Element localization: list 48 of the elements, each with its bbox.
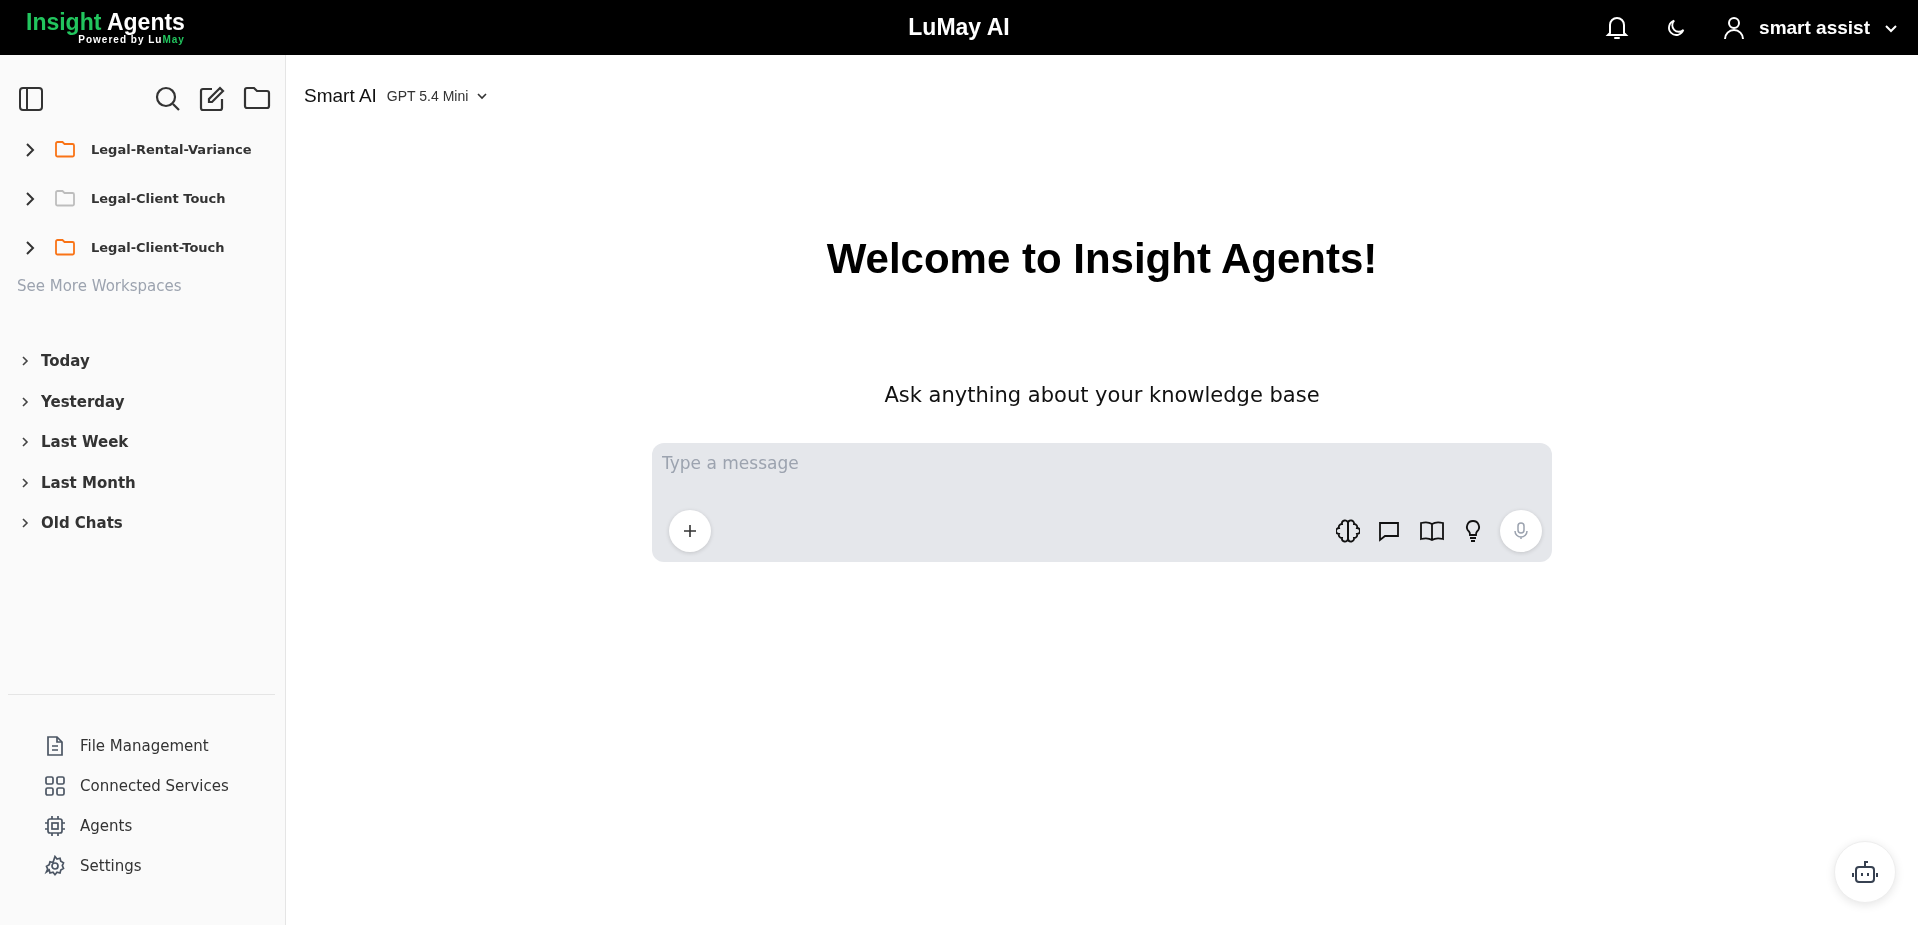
document-icon	[44, 735, 66, 757]
grid-icon	[44, 775, 66, 797]
edit-icon[interactable]	[199, 86, 225, 112]
sidebar-toggle-icon[interactable]	[18, 86, 44, 112]
workspace-item[interactable]: Legal-Rental-Variance	[0, 125, 275, 174]
chevron-icon[interactable]	[25, 190, 35, 207]
caret-icon	[1884, 22, 1898, 33]
bell-icon[interactable]	[1605, 14, 1630, 41]
lightbulb-icon[interactable]	[1463, 519, 1483, 543]
robot-icon	[1852, 860, 1878, 884]
add-button[interactable]	[669, 510, 711, 552]
history-group[interactable]: Old Chats	[0, 503, 275, 544]
history-group[interactable]: Yesterday	[0, 381, 275, 422]
nav-item[interactable]: File Management	[44, 735, 275, 757]
welcome-heading: Welcome to Insight Agents!	[826, 235, 1378, 283]
history-group[interactable]: Last Week	[0, 422, 275, 463]
chevron-icon	[20, 395, 30, 408]
model-selector[interactable]: GPT 5.4 Mini	[386, 88, 489, 104]
app-title: LuMay AI	[908, 14, 1010, 41]
nav-item[interactable]: Agents	[44, 815, 275, 837]
user-menu[interactable]: smart assist	[1723, 15, 1898, 40]
history-group[interactable]: Today	[0, 341, 275, 382]
user-icon	[1723, 15, 1746, 40]
folder-icon[interactable]	[243, 86, 271, 110]
chevron-icon[interactable]	[25, 141, 35, 158]
chevron-icon	[20, 517, 30, 530]
microphone-icon	[1514, 522, 1528, 540]
plus-icon	[683, 524, 697, 538]
nav-item[interactable]: Settings	[44, 855, 275, 877]
brain-icon[interactable]	[1336, 519, 1360, 543]
assistant-bot-button[interactable]	[1834, 841, 1896, 903]
history-group[interactable]: Last Month	[0, 462, 275, 503]
chevron-icon[interactable]	[25, 239, 35, 256]
chip-icon	[44, 815, 66, 837]
chevron-icon	[20, 355, 30, 368]
book-icon[interactable]	[1418, 519, 1446, 543]
nav-item[interactable]: Connected Services	[44, 775, 275, 797]
settings-icon	[44, 855, 66, 877]
assistant-name: Smart AI	[304, 85, 377, 107]
prompt-text: Ask anything about your knowledge base	[884, 383, 1320, 407]
chevron-icon	[20, 436, 30, 449]
search-icon[interactable]	[155, 86, 181, 112]
workspace-item[interactable]: Legal-Client-Touch	[0, 223, 275, 272]
chevron-icon	[20, 476, 30, 489]
caret-icon	[476, 92, 489, 100]
workspace-item[interactable]: Legal-Client Touch	[0, 174, 275, 223]
chat-icon[interactable]	[1377, 519, 1401, 543]
message-input[interactable]: Type a message	[662, 453, 1542, 473]
